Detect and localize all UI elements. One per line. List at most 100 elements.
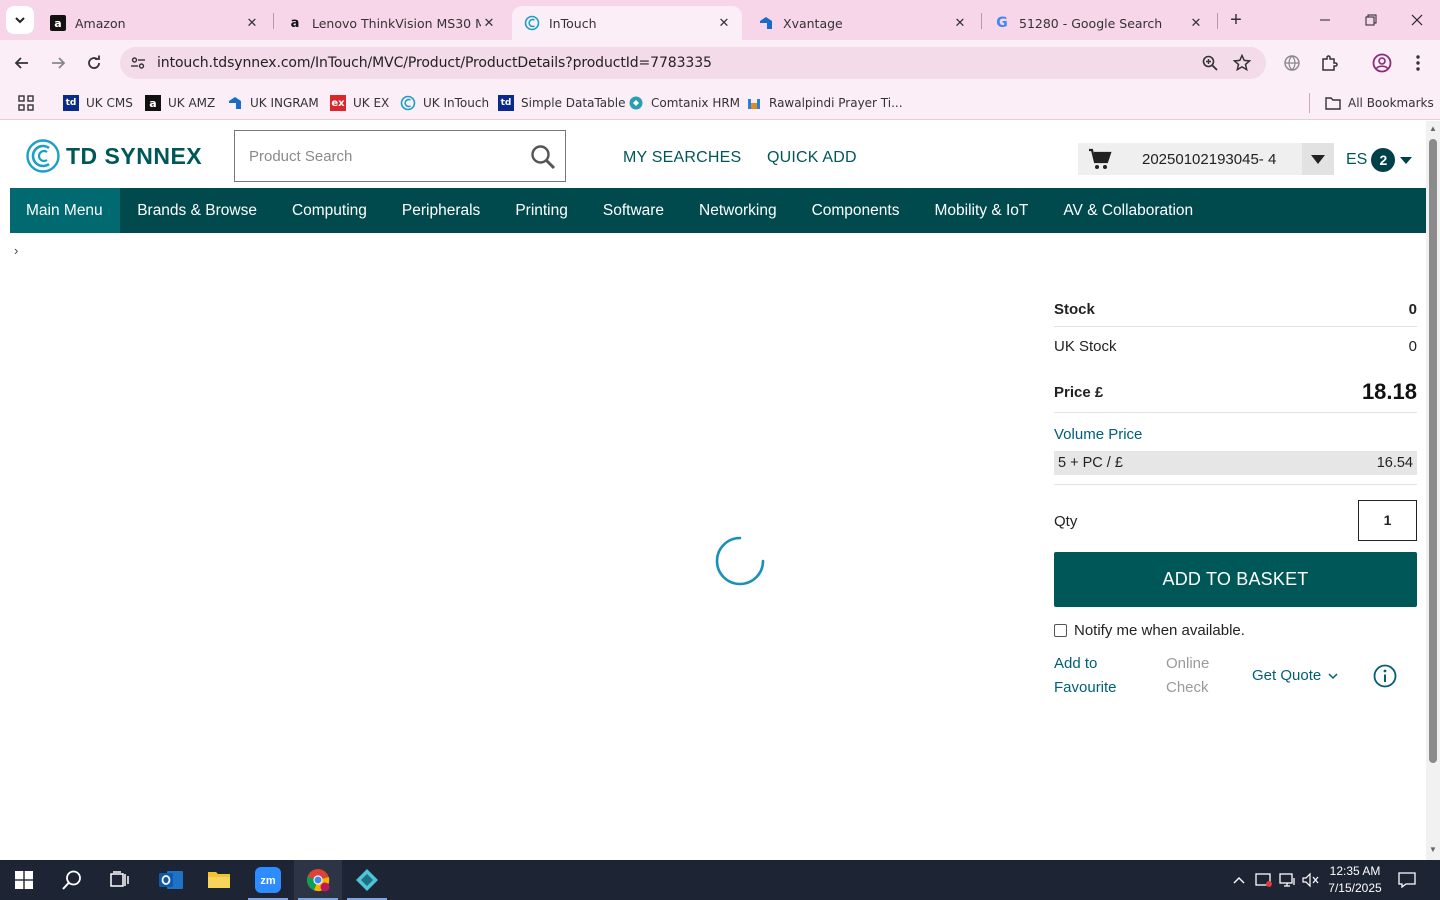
close-icon[interactable]: ✕ <box>952 15 968 31</box>
xvantage-icon <box>758 15 774 31</box>
get-quote-dropdown[interactable]: Get Quote <box>1252 664 1339 688</box>
notifications-button[interactable] <box>1392 860 1422 900</box>
quick-add-link[interactable]: QUICK ADD <box>767 149 857 167</box>
datatable-icon: td <box>498 95 514 111</box>
outlook-app[interactable] <box>147 860 195 900</box>
nav-components[interactable]: Components <box>794 188 917 233</box>
close-icon[interactable]: ✕ <box>244 15 260 31</box>
qty-label: Qty <box>1054 513 1078 530</box>
tray-overflow-button[interactable] <box>1228 860 1250 900</box>
globe-icon[interactable] <box>1281 52 1303 74</box>
search-icon[interactable] <box>529 143 557 171</box>
apps-grid-icon[interactable] <box>18 92 34 114</box>
my-searches-link[interactable]: MY SEARCHES <box>623 149 741 167</box>
scroll-down-icon[interactable]: ▼ <box>1428 845 1438 855</box>
tab-strip: a Amazon ✕ a Lenovo ThinkVision MS30 Mon… <box>0 0 1440 40</box>
nav-networking[interactable]: Networking <box>682 188 795 233</box>
bookmark-uk-intouch[interactable]: UK InTouch <box>400 92 489 114</box>
nav-computing[interactable]: Computing <box>274 188 384 233</box>
nav-peripherals[interactable]: Peripherals <box>384 188 497 233</box>
profile-icon[interactable] <box>1371 52 1393 74</box>
nav-mobility-iot[interactable]: Mobility & IoT <box>917 188 1046 233</box>
notify-me-option[interactable]: Notify me when available. <box>1054 622 1245 639</box>
close-icon[interactable]: ✕ <box>1188 15 1204 31</box>
bookmark-rawalpindi-prayer[interactable]: Rawalpindi Prayer Ti... <box>746 92 903 114</box>
bookmark-uk-ex[interactable]: ex UK EX <box>330 92 389 114</box>
file-explorer-app[interactable] <box>195 860 243 900</box>
star-icon[interactable] <box>1232 53 1252 73</box>
basket-dropdown-button[interactable] <box>1302 143 1334 175</box>
new-tab-button[interactable]: + <box>1224 8 1248 32</box>
task-view-icon <box>110 871 129 887</box>
tab-amazon[interactable]: a Amazon ✕ <box>38 6 270 40</box>
clock-date: 7/15/2025 <box>1328 881 1382 895</box>
search-taskbar-button[interactable] <box>48 860 96 900</box>
user-menu[interactable]: ES 2 <box>1346 148 1413 172</box>
user-initials: ES <box>1346 151 1368 168</box>
scroll-thumb[interactable] <box>1429 139 1437 763</box>
notify-checkbox[interactable] <box>1054 624 1067 637</box>
nav-brands-browse[interactable]: Brands & Browse <box>120 188 275 233</box>
info-icon[interactable] <box>1373 664 1397 688</box>
bookmark-uk-cms[interactable]: td UK CMS <box>63 92 133 114</box>
close-icon[interactable]: ✕ <box>481 15 497 31</box>
chrome-app[interactable] <box>294 860 342 900</box>
app-diamond-icon <box>356 869 378 891</box>
scroll-up-icon[interactable]: ▲ <box>1428 124 1438 134</box>
loading-spinner-icon <box>715 536 765 586</box>
all-bookmarks[interactable]: All Bookmarks <box>1325 92 1434 114</box>
meet-now-icon[interactable] <box>1253 860 1275 900</box>
nav-av-collaboration[interactable]: AV & Collaboration <box>1046 188 1211 233</box>
chevron-up-icon <box>1233 877 1245 884</box>
start-button[interactable] <box>0 860 48 900</box>
browser-toolbar: intouch.tdsynnex.com/InTouch/MVC/Product… <box>0 40 1440 86</box>
reload-button[interactable] <box>79 48 109 78</box>
close-icon[interactable]: ✕ <box>716 15 732 31</box>
qty-input[interactable]: 1 <box>1358 500 1417 541</box>
online-check-link[interactable]: Online Check <box>1166 652 1226 700</box>
volume-muted-icon[interactable] <box>1300 860 1322 900</box>
bookmark-uk-amz[interactable]: a UK AMZ <box>145 92 215 114</box>
page-scrollbar[interactable]: ▲ ▼ <box>1426 121 1440 860</box>
volume-price-title: Volume Price <box>1054 426 1143 443</box>
notify-label: Notify me when available. <box>1074 622 1245 639</box>
intouch-icon <box>400 95 416 111</box>
site-info-icon[interactable] <box>128 53 148 73</box>
td-synnex-logo[interactable]: TD SYNNEX <box>26 139 202 173</box>
task-view-button[interactable] <box>96 860 144 900</box>
add-to-basket-button[interactable]: ADD TO BASKET <box>1054 552 1417 607</box>
tab-google[interactable]: G 51280 - Google Search ✕ <box>982 6 1214 40</box>
nav-software[interactable]: Software <box>585 188 681 233</box>
bookmark-comtanix-hrm[interactable]: Comtanix HRM <box>628 92 740 114</box>
notification-icon <box>1398 872 1416 888</box>
forward-button[interactable] <box>43 48 73 78</box>
add-to-favourite-link[interactable]: Add to Favourite <box>1054 652 1134 700</box>
system-clock[interactable]: 12:35 AM 7/15/2025 <box>1320 863 1390 897</box>
basket-selector[interactable]: 20250102193045- 4 <box>1078 143 1334 175</box>
zoom-icon[interactable] <box>1200 53 1220 73</box>
volume-price-row: 5 + PC / £ 16.54 <box>1054 451 1417 475</box>
tab-search-button[interactable] <box>6 6 34 34</box>
network-icon[interactable] <box>1277 860 1299 900</box>
address-bar[interactable]: intouch.tdsynnex.com/InTouch/MVC/Product… <box>120 47 1266 79</box>
bookmark-simple-datatable[interactable]: td Simple DataTable <box>498 92 625 114</box>
back-button[interactable] <box>7 48 37 78</box>
pinned-app[interactable] <box>343 860 391 900</box>
nav-main-menu[interactable]: Main Menu <box>10 188 120 233</box>
restore-button[interactable] <box>1348 0 1394 40</box>
tab-xvantage[interactable]: Xvantage ✕ <box>746 6 978 40</box>
close-window-button[interactable] <box>1394 0 1440 40</box>
nav-printing[interactable]: Printing <box>498 188 586 233</box>
breadcrumb[interactable]: › <box>14 243 18 258</box>
zoom-app[interactable]: zm <box>244 860 292 900</box>
search-icon <box>62 870 81 890</box>
menu-dots-icon[interactable] <box>1407 52 1429 74</box>
synnex-logo-icon <box>26 139 60 173</box>
tab-intouch[interactable]: InTouch ✕ <box>512 6 742 40</box>
product-search-input[interactable] <box>249 145 519 167</box>
comtanix-icon <box>628 95 644 111</box>
bookmark-uk-ingram[interactable]: UK INGRAM <box>227 92 319 114</box>
tab-lenovo[interactable]: a Lenovo ThinkVision MS30 Mon ✕ <box>275 6 507 40</box>
extensions-icon[interactable] <box>1318 52 1340 74</box>
minimize-button[interactable] <box>1302 0 1348 40</box>
